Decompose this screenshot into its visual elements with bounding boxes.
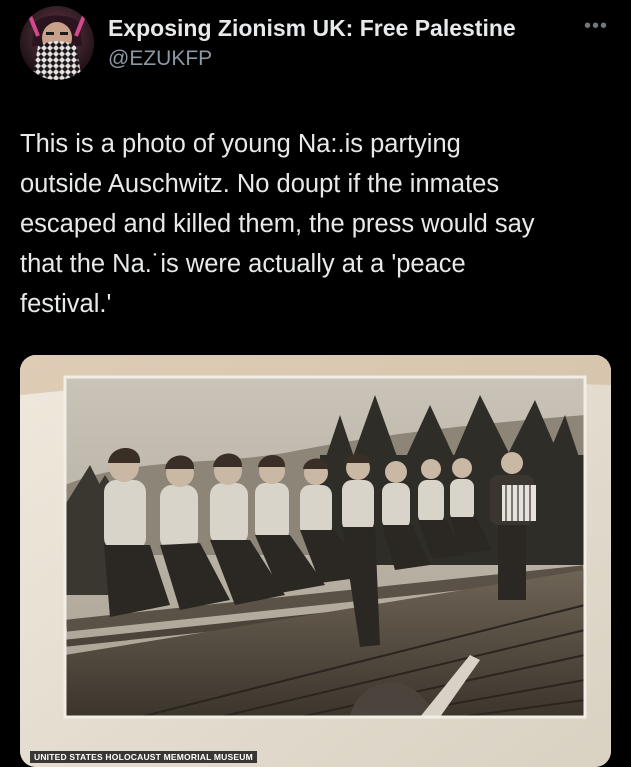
avatar-image bbox=[20, 6, 94, 80]
avatar[interactable] bbox=[20, 6, 94, 80]
tweet-post: Exposing Zionism UK: Free Palestine @EZU… bbox=[0, 0, 631, 767]
display-name[interactable]: Exposing Zionism UK: Free Palestine bbox=[108, 14, 516, 42]
more-horizontal-icon[interactable]: ••• bbox=[584, 16, 608, 36]
photo-credit-watermark: UNITED STATES HOLOCAUST MEMORIAL MUSEUM bbox=[30, 751, 257, 763]
historical-photograph bbox=[20, 355, 611, 767]
tweet-text: This is a photo of young Na:.is partying… bbox=[20, 130, 535, 318]
tweet-photo[interactable]: UNITED STATES HOLOCAUST MEMORIAL MUSEUM bbox=[20, 355, 611, 767]
user-handle[interactable]: @EZUKFP bbox=[108, 46, 212, 72]
